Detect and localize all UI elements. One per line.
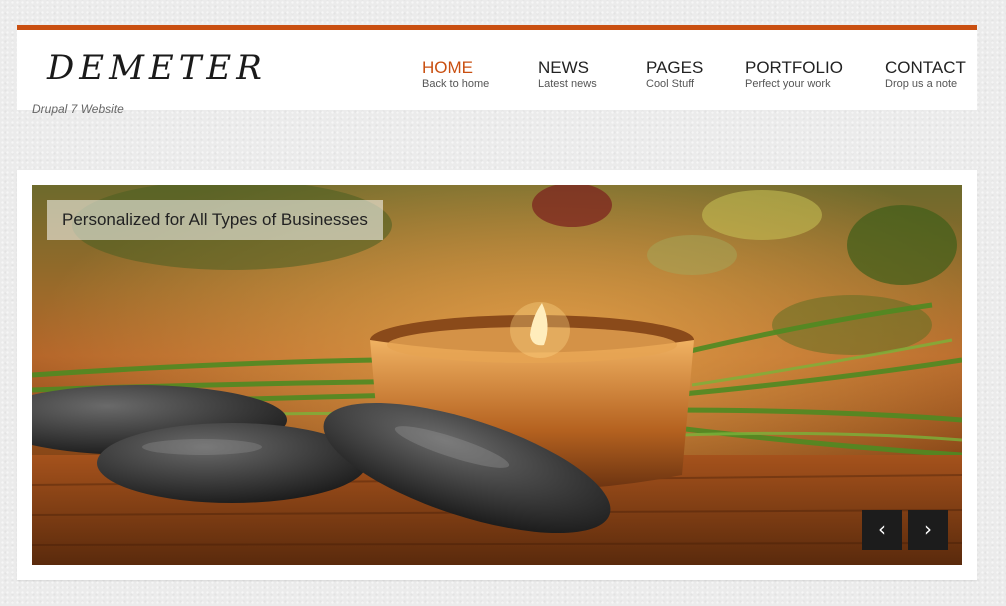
chevron-right-icon: › (924, 517, 932, 541)
nav-item-subtitle: Latest news (538, 78, 597, 90)
slider-prev-button[interactable]: ‹ (862, 510, 902, 550)
nav-item-title: PORTFOLIO (745, 58, 843, 77)
nav-item-subtitle: Cool Stuff (646, 78, 695, 90)
slideshow: Personalized for All Types of Businesses… (17, 170, 977, 580)
slide-image: Personalized for All Types of Businesses… (32, 185, 962, 565)
nav-item-subtitle: Perfect your work (745, 78, 831, 90)
nav-item-news[interactable]: NEWS Latest news (538, 58, 597, 91)
main-nav: HOME Back to home NEWS Latest news PAGES… (17, 58, 977, 98)
nav-item-title: PAGES (646, 58, 704, 77)
nav-item-pages[interactable]: PAGES Cool Stuff (646, 58, 703, 91)
candle-spa-photo (32, 185, 962, 565)
nav-item-title: NEWS (538, 58, 589, 77)
site-header: DEMETER Drupal 7 Website HOME Back to ho… (17, 25, 977, 116)
slider-next-button[interactable]: › (908, 510, 948, 550)
nav-item-title: HOME (422, 58, 473, 77)
nav-item-home[interactable]: HOME Back to home (422, 58, 489, 91)
nav-item-portfolio[interactable]: PORTFOLIO Perfect your work (745, 58, 843, 91)
chevron-left-icon: ‹ (878, 517, 886, 541)
site-slogan: Drupal 7 Website (32, 102, 124, 116)
nav-item-subtitle: Back to home (422, 78, 490, 90)
nav-item-title: CONTACT (885, 58, 966, 77)
nav-item-contact[interactable]: CONTACT Drop us a note (885, 58, 966, 91)
slide-caption: Personalized for All Types of Businesses (47, 200, 383, 240)
nav-item-subtitle: Drop us a note (885, 78, 958, 90)
